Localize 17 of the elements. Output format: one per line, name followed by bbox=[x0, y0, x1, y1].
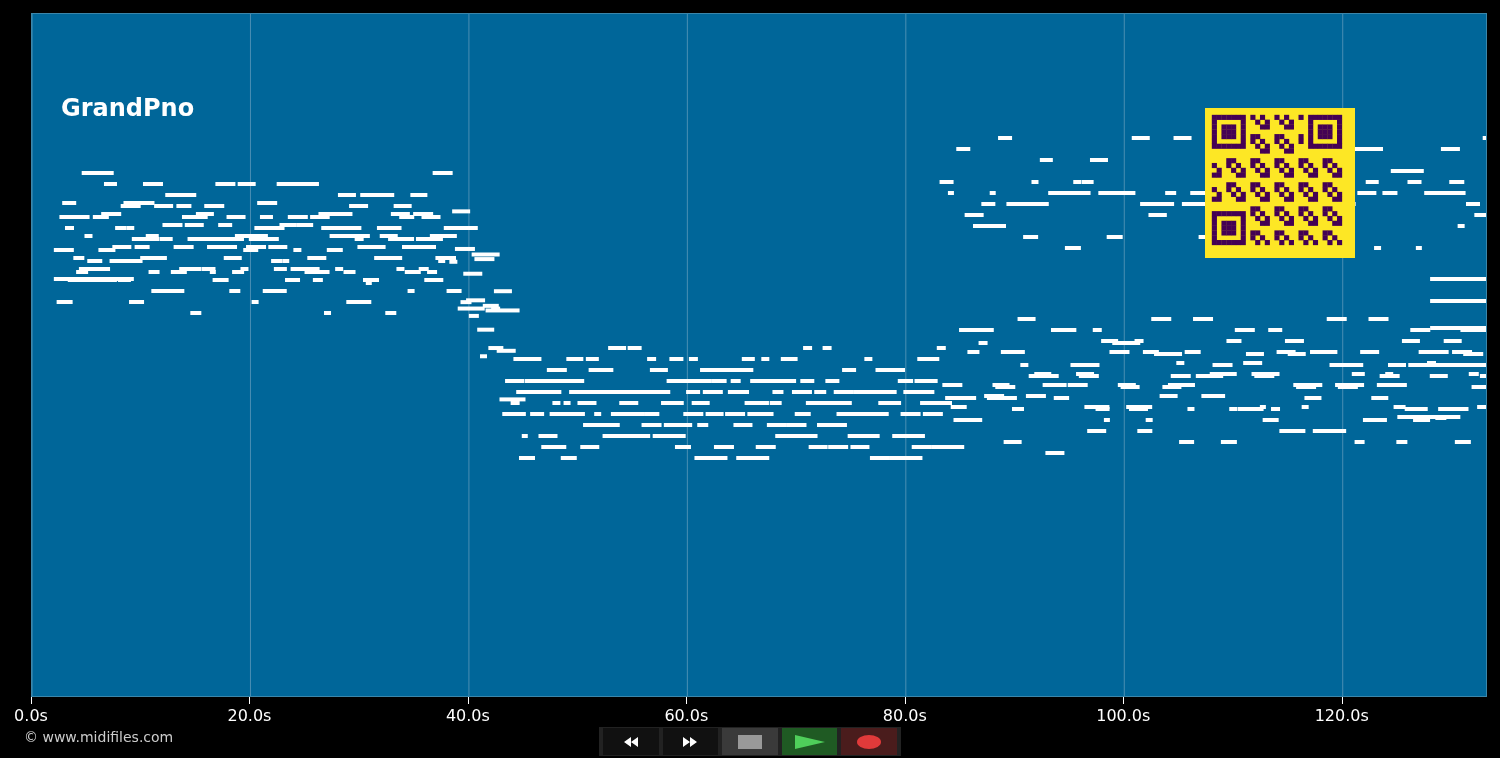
axis-tick-label: 0.0s bbox=[14, 706, 48, 725]
axis-tick-label: 100.0s bbox=[1096, 706, 1151, 725]
play-icon bbox=[794, 734, 825, 749]
stop-icon bbox=[738, 734, 762, 749]
rewind-button[interactable] bbox=[603, 728, 659, 755]
axis-tick-label: 60.0s bbox=[664, 706, 709, 725]
play-button[interactable] bbox=[781, 728, 838, 755]
fast-forward-button[interactable] bbox=[662, 728, 719, 755]
stop-button[interactable] bbox=[722, 728, 778, 755]
axis-tick-label: 80.0s bbox=[882, 706, 927, 725]
axis-tick-label: 20.0s bbox=[227, 706, 272, 725]
record-icon bbox=[857, 734, 882, 749]
axis-tick-label: 40.0s bbox=[445, 706, 490, 725]
record-button[interactable] bbox=[841, 728, 897, 755]
axis-tick-label: 120.0s bbox=[1314, 706, 1369, 725]
track-name: GrandPno bbox=[61, 94, 195, 122]
copyright-text: © www.midifiles.com bbox=[24, 729, 174, 745]
